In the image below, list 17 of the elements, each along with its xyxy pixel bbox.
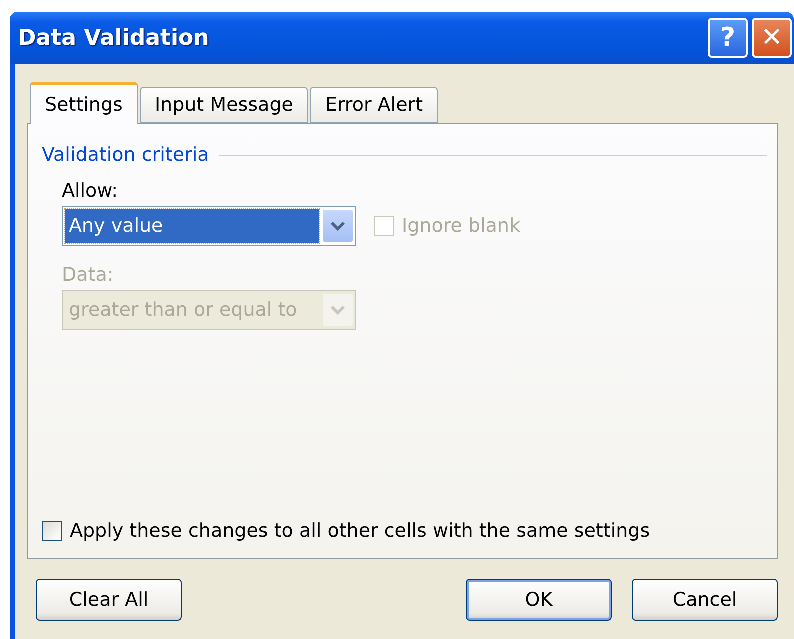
dialog-button[interactable]: OK [466, 579, 612, 621]
chevron-down-icon [330, 305, 346, 315]
tab[interactable]: Settings [30, 82, 138, 124]
tab[interactable]: Input Message [140, 87, 308, 123]
chevron-down-icon [330, 221, 346, 231]
tab[interactable]: Error Alert [310, 87, 438, 123]
group-title: Validation criteria [42, 144, 210, 166]
dialog-button[interactable]: Cancel [632, 579, 778, 621]
allow-label: Allow: [62, 180, 120, 202]
apply-all-checkbox[interactable] [42, 521, 62, 541]
checkbox-label: Apply these changes to all other cells with the same settings [70, 520, 650, 542]
window-title: Data Validation [18, 26, 210, 50]
data-label: Data: [62, 264, 115, 286]
checkbox-label: Ignore blank [402, 215, 520, 237]
allow-dropdown[interactable]: Any value [62, 206, 356, 246]
help-button[interactable]: ? [708, 18, 748, 58]
dialog-button[interactable]: Clear All [36, 579, 182, 621]
